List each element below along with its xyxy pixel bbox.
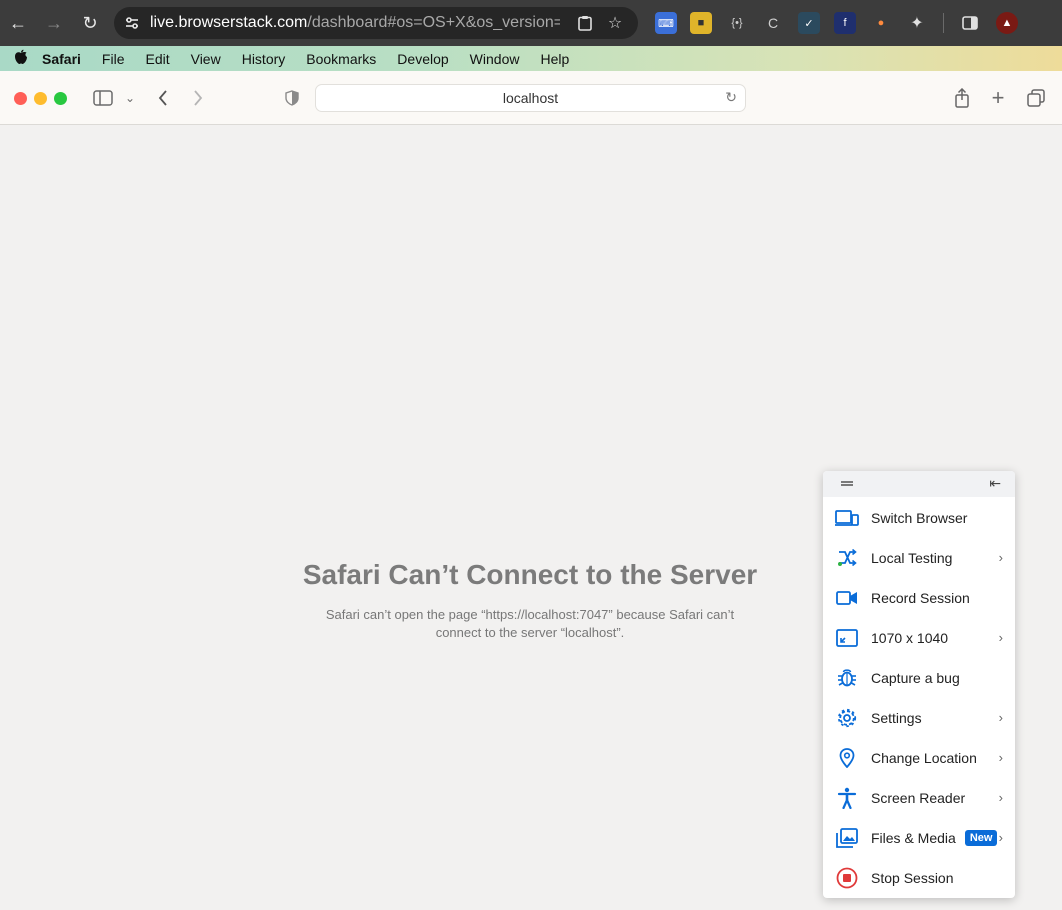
tab-overview-icon[interactable]	[1026, 86, 1046, 110]
resolution-label: 1070 x 1040	[871, 630, 949, 646]
menu-safari[interactable]: Safari	[42, 51, 81, 67]
change-location-button[interactable]: Change Location ›	[823, 738, 1015, 778]
extension-checked-icon[interactable]: ✓	[798, 12, 820, 34]
sidebar-icon[interactable]	[92, 86, 114, 110]
video-camera-icon	[823, 590, 871, 606]
panel-header: ⇤	[823, 471, 1015, 497]
reload-icon[interactable]: ↻	[72, 0, 108, 46]
files-media-label: Files & Media	[871, 830, 956, 846]
local-testing-button[interactable]: Local Testing ›	[823, 538, 1015, 578]
privacy-shield-icon[interactable]	[282, 86, 302, 110]
safari-toolbar: ⌄ localhost ↻ +	[0, 71, 1062, 125]
toolbar-separator	[943, 13, 944, 33]
extension-record-icon[interactable]: ●	[870, 12, 892, 34]
address-text: localhost	[502, 90, 559, 106]
location-pin-icon	[823, 748, 871, 768]
switch-browser-icon	[823, 509, 871, 527]
new-badge: New	[964, 830, 998, 846]
chevron-right-icon: ›	[998, 750, 1003, 765]
resolution-button[interactable]: 1070 x 1040 ›	[823, 618, 1015, 658]
extension-keyboard-icon[interactable]: ⌨	[655, 12, 677, 34]
menu-edit[interactable]: Edit	[145, 51, 169, 67]
chevron-right-icon: ›	[998, 710, 1003, 725]
menu-help[interactable]: Help	[540, 51, 569, 67]
profile-avatar[interactable]: ▲	[996, 12, 1018, 34]
side-panel-icon[interactable]	[959, 12, 981, 34]
chrome-address-bar[interactable]: live.browserstack.com/dashboard#os=OS+X&…	[114, 7, 638, 39]
local-testing-label: Local Testing	[871, 550, 953, 566]
browserstack-toolbar-panel: ⇤ Switch Browser Local Testing › Record …	[823, 471, 1015, 898]
files-media-button[interactable]: Files & Media New ›	[823, 818, 1015, 858]
window-close-button[interactable]	[14, 92, 27, 105]
url-path: /dashboard#os=OS+X&os_version=Ve...	[307, 14, 560, 31]
switch-browser-button[interactable]: Switch Browser	[823, 498, 1015, 538]
extension-f-icon[interactable]: f	[834, 12, 856, 34]
bug-icon	[823, 668, 871, 688]
media-icon	[823, 828, 871, 848]
screen-reader-label: Screen Reader	[871, 790, 966, 806]
back-icon[interactable]: ←	[0, 0, 36, 46]
safari-forward-icon[interactable]	[189, 86, 207, 110]
apple-logo-icon[interactable]	[14, 49, 42, 69]
menu-develop[interactable]: Develop	[397, 51, 448, 67]
url-host: live.browserstack.com	[150, 14, 308, 31]
record-session-button[interactable]: Record Session	[823, 578, 1015, 618]
new-tab-icon[interactable]: +	[988, 85, 1008, 110]
change-location-label: Change Location	[871, 750, 977, 766]
extension-code-icon[interactable]: {•}	[726, 12, 748, 34]
share-icon[interactable]	[952, 86, 972, 110]
extension-folder-icon[interactable]: ■	[690, 12, 712, 34]
switch-browser-label: Switch Browser	[871, 510, 968, 526]
menu-history[interactable]: History	[242, 51, 286, 67]
chevron-right-icon: ›	[998, 790, 1003, 805]
site-settings-icon[interactable]	[114, 15, 150, 31]
window-minimize-button[interactable]	[34, 92, 47, 105]
chevron-right-icon: ›	[998, 830, 1003, 845]
capture-bug-button[interactable]: Capture a bug	[823, 658, 1015, 698]
stop-session-label: Stop Session	[871, 870, 954, 886]
chevron-right-icon: ›	[998, 550, 1003, 565]
mac-menu-bar: Safari File Edit View History Bookmarks …	[0, 46, 1062, 71]
screen-reader-button[interactable]: Screen Reader ›	[823, 778, 1015, 818]
extension-c-icon[interactable]: C	[762, 12, 784, 34]
collapse-panel-icon[interactable]: ⇤	[989, 475, 1001, 492]
forward-icon[interactable]: →	[36, 0, 72, 46]
error-message: Safari can’t open the page “https://loca…	[325, 607, 735, 640]
menu-file[interactable]: File	[102, 51, 125, 67]
extensions-puzzle-icon[interactable]: ✦	[906, 12, 928, 34]
drag-handle-icon[interactable]	[841, 481, 853, 486]
stop-icon	[823, 867, 871, 889]
safari-address-bar[interactable]: localhost ↻	[315, 84, 746, 112]
accessibility-icon	[823, 787, 871, 809]
window-zoom-button[interactable]	[54, 92, 67, 105]
record-session-label: Record Session	[871, 590, 970, 606]
bookmark-star-icon[interactable]: ☆	[600, 7, 630, 39]
chrome-url[interactable]: live.browserstack.com/dashboard#os=OS+X&…	[150, 14, 560, 32]
gear-icon	[823, 708, 871, 728]
chevron-down-icon[interactable]: ⌄	[122, 86, 138, 110]
menu-bookmarks[interactable]: Bookmarks	[306, 51, 376, 67]
settings-button[interactable]: Settings ›	[823, 698, 1015, 738]
capture-bug-label: Capture a bug	[871, 670, 960, 686]
settings-label: Settings	[871, 710, 922, 726]
local-testing-icon	[823, 549, 871, 567]
chrome-toolbar: ← → ↻ live.browserstack.com/dashboard#os…	[0, 0, 1062, 46]
safari-back-icon[interactable]	[154, 86, 172, 110]
menu-window[interactable]: Window	[470, 51, 520, 67]
stop-session-button[interactable]: Stop Session	[823, 858, 1015, 898]
chevron-right-icon: ›	[998, 630, 1003, 645]
safari-reload-icon[interactable]: ↻	[725, 89, 737, 106]
resolution-icon	[823, 629, 871, 647]
clipboard-icon[interactable]	[570, 7, 600, 39]
menu-view[interactable]: View	[191, 51, 221, 67]
